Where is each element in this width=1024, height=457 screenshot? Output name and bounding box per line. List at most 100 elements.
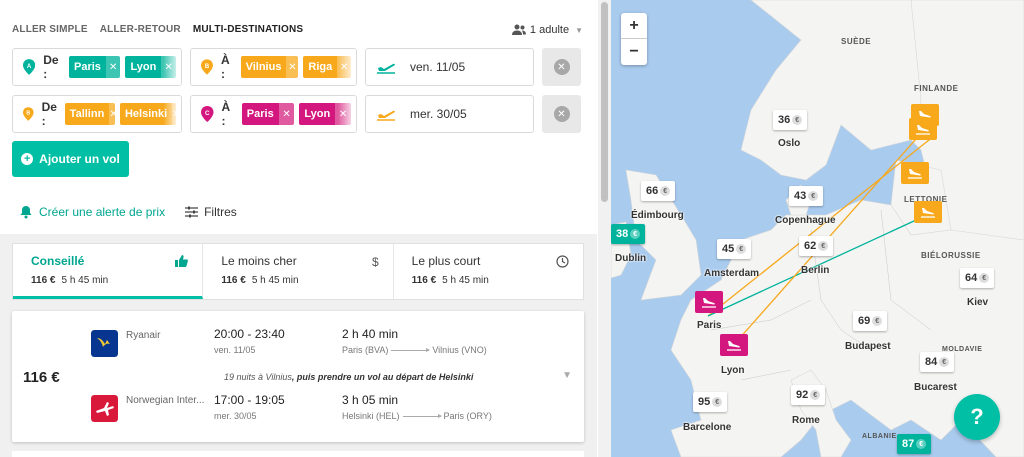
filters-button[interactable]: Filtres [185,205,237,219]
origin-field[interactable]: B De : Tallinn✕ Helsinki✕ [12,95,182,133]
next-result-card[interactable] [12,451,584,457]
chip-label: Riga [303,56,338,78]
destination-marker-lyon[interactable] [720,334,748,356]
price-value: 64 [965,272,978,284]
origin-chip: Tallinn✕ [64,103,115,125]
price-marker[interactable]: 66 € [641,181,676,201]
city-label: Édimbourg [631,210,684,221]
euro-icon: € [810,390,821,400]
stopover-prefix: 19 nuits à Vilnius [224,372,292,382]
city-label: Budapest [845,341,891,352]
price-alert-link[interactable]: Créer une alerte de prix [19,205,165,219]
euro-icon: € [630,229,641,239]
tab-cheapest[interactable]: Le moins cher 116 € 5 h 45 min $ [203,244,394,299]
city-label: Dublin [615,253,647,264]
price-marker[interactable]: 64 € [960,268,995,288]
chip-label: Paris [69,56,106,78]
price-value: 66 [646,185,659,197]
help-button[interactable]: ? [954,394,1000,440]
price-marker[interactable]: 69 € [853,311,888,331]
chip-remove-icon[interactable]: ✕ [278,103,295,125]
inbound-time: 17:00 - 19:05 [214,393,285,407]
scrollbar-thumb[interactable] [601,2,608,202]
tab-recommended[interactable]: Conseillé 116 € 5 h 45 min [13,244,204,299]
date-field[interactable]: ven. 11/05 [365,48,534,86]
location-pin-b-icon: B [201,59,213,75]
search-panel: ALLER SIMPLE ALLER-RETOUR MULTI-DESTINAT… [0,0,597,457]
location-pin-b-icon: B [23,107,34,121]
price-marker[interactable]: 84 € [920,352,955,372]
add-flight-button[interactable]: + Ajouter un vol [12,141,129,177]
chip-label: Vilnius [240,56,287,78]
price-marker[interactable]: 92 € [791,385,826,405]
price-marker[interactable]: 87 € [897,434,932,454]
passenger-selector[interactable]: 1 adulte ▼ [511,24,583,36]
price-marker[interactable]: 38 € [611,224,646,244]
destination-marker-paris[interactable] [695,291,723,313]
close-icon: ✕ [553,59,570,75]
tab-price: 116 € [221,275,246,286]
destination-marker-tallinn[interactable] [909,118,937,140]
price-marker[interactable]: 36 € [773,110,808,130]
euro-icon: € [808,191,819,201]
tab-price: 116 € [411,275,437,286]
trip-type-round-trip[interactable]: ALLER-RETOUR [100,24,181,35]
landing-icon [908,169,922,179]
tab-shortest[interactable]: Le plus court 116 € 5 h 45 min [394,244,583,299]
price-marker[interactable]: 43 € [789,186,824,206]
price-value: 84 [925,356,938,368]
price-alert-label: Créer une alerte de prix [39,205,166,219]
inbound-duration-block: 3 h 05 min Helsinki (HEL) Paris (ORY) [342,393,492,421]
trip-type-one-way[interactable]: ALLER SIMPLE [12,24,88,35]
price-marker[interactable]: 45 € [717,239,752,259]
stopover-info: 19 nuits à Vilnius, puis prendre un vol … [224,372,473,382]
origin-field[interactable]: A De : Paris✕ Lyon✕ [12,48,182,86]
destination-field[interactable]: C À : Paris✕ Lyon✕ [190,95,357,133]
chevron-down-icon[interactable]: ▼ [562,370,572,381]
city-label: Lyon [721,365,745,376]
zoom-in-button[interactable]: + [621,13,647,39]
remove-leg-button[interactable]: ✕ [542,48,581,86]
sort-tabs: Conseillé 116 € 5 h 45 min Le moins cher … [12,243,584,300]
stopover-suffix: , puis prendre un vol au départ de Helsi… [291,372,474,382]
price-value: 62 [804,240,817,252]
search-tools: Créer une alerte de prix Filtres [19,205,237,219]
destination-chip: Vilnius ✕ [240,56,299,78]
svg-text:B: B [26,111,30,117]
price-value: 43 [794,190,807,202]
tab-title: Le moins cher [221,254,297,268]
outbound-airline: Ryanair [126,330,161,341]
location-pin-c-icon: C [201,105,214,123]
trip-type-multi-destination[interactable]: MULTI-DESTINATIONS [193,24,303,35]
remove-leg-button[interactable]: ✕ [542,95,581,133]
flight-result-card[interactable]: 116 € Ryanair 20:00 - 23:40 ven. 11/05 2… [12,311,584,442]
sliders-icon [185,206,199,218]
inbound-to: Paris (ORY) [443,411,492,421]
dollar-icon: $ [371,255,379,269]
norwegian-logo-icon [91,395,118,422]
landing-icon [916,125,930,135]
outbound-date: ven. 11/05 [214,345,256,355]
ryanair-logo-icon [91,330,118,357]
date-field[interactable]: mer. 30/05 [365,95,534,133]
chip-remove-icon[interactable]: ✕ [105,56,121,78]
city-label: Bucarest [914,382,957,393]
takeoff-icon [377,110,395,121]
route-arrow-icon [391,347,431,352]
city-label: Paris [697,320,722,331]
tab-summary: 116 € 5 h 45 min [221,275,382,286]
price-marker[interactable]: 62 € [799,236,834,256]
destination-marker-vilnius[interactable] [914,201,942,223]
inbound-date: mer. 30/05 [214,411,257,421]
chip-remove-icon[interactable]: ✕ [286,56,299,78]
price-marker[interactable]: 95 € [693,392,728,412]
zoom-out-button[interactable]: − [621,39,647,65]
origin-chip: Paris ✕ [69,56,121,78]
chip-remove-icon[interactable]: ✕ [109,103,115,125]
map-view[interactable]: + − SUÈDE FINLANDE LETTONIE BIÉLORUSSIE … [611,0,1024,457]
destination-label: À : [221,100,231,128]
destination-field[interactable]: B À : Vilnius✕ Riga✕ [190,48,357,86]
country-label: FINLANDE [914,84,959,93]
city-label: Amsterdam [704,268,760,279]
destination-marker-riga[interactable] [901,162,929,184]
